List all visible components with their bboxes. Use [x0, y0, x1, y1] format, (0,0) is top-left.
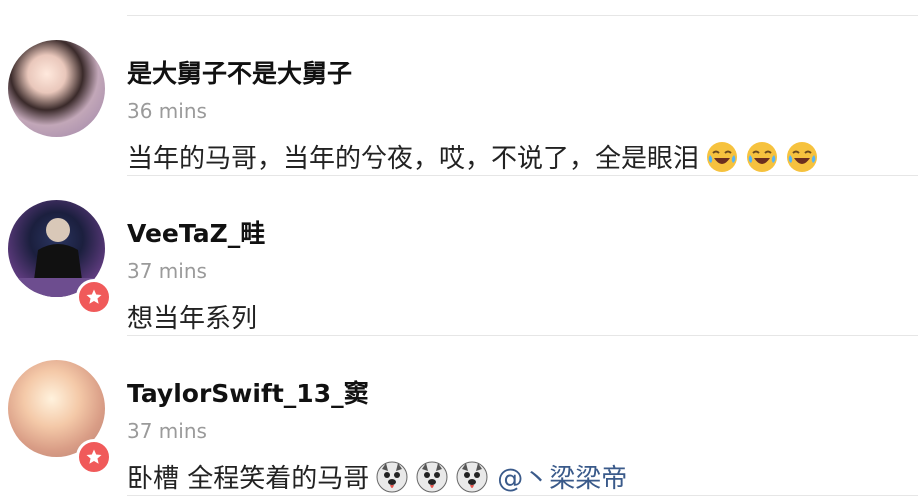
comment-text-body: 想当年系列: [127, 304, 258, 334]
comment-text: 当年的马哥，当年的兮夜，哎，不说了，全是眼泪: [127, 138, 819, 175]
username[interactable]: 是大舅子不是大舅子: [127, 54, 352, 90]
comment-text-body: 卧槽 全程笑着的马哥: [127, 464, 370, 494]
comment-item: 是大舅子不是大舅子 36 mins 当年的马哥，当年的兮夜，哎，不说了，全是眼泪: [0, 20, 918, 178]
divider: [127, 175, 918, 176]
comment-text-body: 当年的马哥，当年的兮夜，哎，不说了，全是眼泪: [127, 144, 700, 174]
comment-text: 卧槽 全程笑着的马哥 @丶梁梁帝: [127, 458, 627, 495]
comment-time: 37 mins: [127, 419, 207, 443]
comment-item: VeeTaZ_畦 37 mins 想当年系列: [0, 180, 918, 338]
comment-feed: 是大舅子不是大舅子 36 mins 当年的马哥，当年的兮夜，哎，不说了，全是眼泪: [0, 0, 918, 504]
divider: [127, 335, 918, 336]
tears-of-joy-emoji-icon: [707, 141, 738, 172]
star-icon: [86, 449, 102, 464]
star-icon: [86, 289, 102, 304]
comment-time: 37 mins: [127, 259, 207, 283]
tears-of-joy-emoji-icon: [787, 141, 818, 172]
comment-time: 36 mins: [127, 99, 207, 123]
username[interactable]: TaylorSwift_13_窦: [127, 374, 369, 410]
verified-badge: [76, 439, 112, 475]
avatar[interactable]: [8, 40, 105, 137]
husky-emoji-icon: [376, 461, 408, 492]
comment-item: TaylorSwift_13_窦 37 mins 卧槽 全程笑着的马哥 @丶梁梁…: [0, 340, 918, 498]
divider: [127, 495, 918, 496]
tears-of-joy-emoji-icon: [747, 141, 778, 172]
husky-emoji-icon: [416, 461, 448, 492]
husky-emoji-icon: [456, 461, 488, 492]
divider: [127, 15, 918, 16]
verified-badge: [76, 279, 112, 315]
username[interactable]: VeeTaZ_畦: [127, 214, 265, 250]
comment-text: 想当年系列: [127, 298, 257, 335]
user-mention-link[interactable]: @丶梁梁帝: [497, 458, 627, 495]
